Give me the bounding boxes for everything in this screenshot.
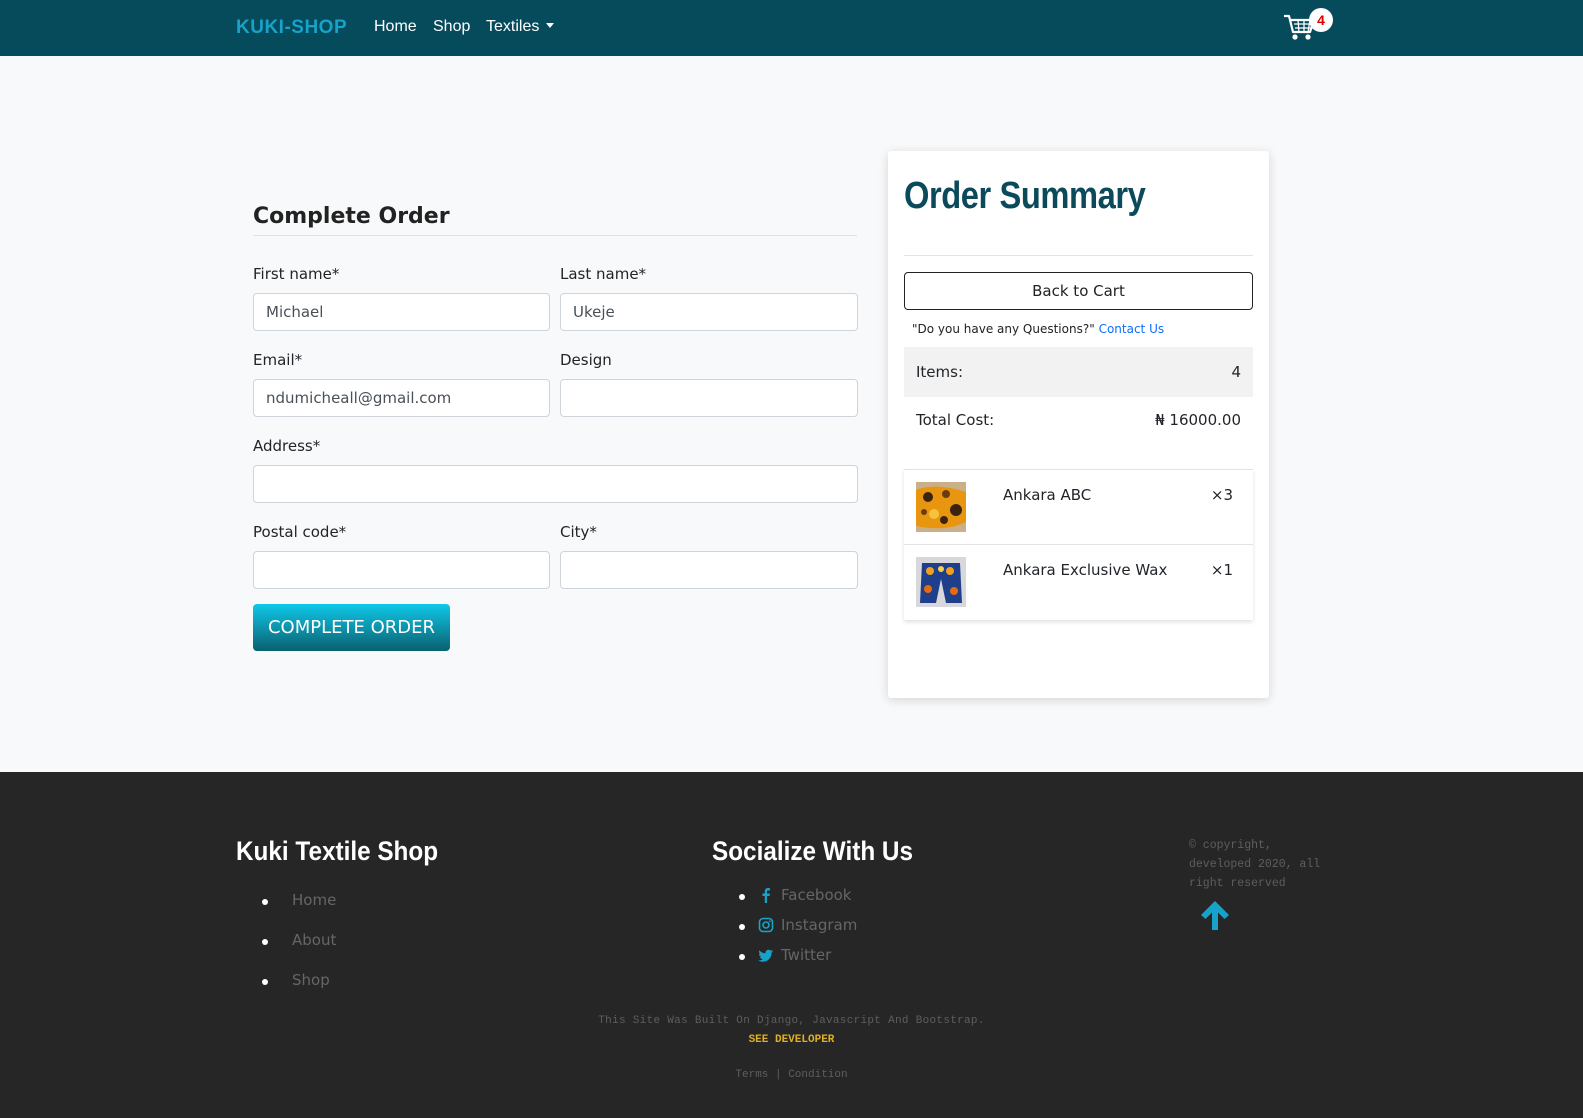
footer-about-link[interactable]: About	[292, 931, 336, 949]
facebook-icon	[762, 888, 770, 903]
arrow-up-icon[interactable]	[1198, 898, 1232, 932]
list-item: Home	[262, 891, 462, 931]
design-input[interactable]	[560, 379, 858, 417]
footer-shop-link[interactable]: Shop	[292, 971, 330, 989]
product-name: Ankara Exclusive Wax	[1003, 561, 1168, 579]
postal-code-input[interactable]	[253, 551, 550, 589]
chevron-down-icon	[546, 23, 555, 28]
items-value: 4	[1231, 363, 1241, 381]
nav-textiles-label: Textiles	[486, 18, 540, 35]
nav-shop-link[interactable]: Shop	[433, 18, 470, 36]
complete-order-button[interactable]: COMPLETE ORDER	[253, 604, 450, 651]
twitter-link[interactable]: Twitter	[781, 946, 831, 964]
order-summary-heading: Order Summary	[904, 175, 1146, 217]
product-quantity: ×1	[1210, 561, 1233, 579]
total-cost-label: Total Cost:	[916, 411, 995, 429]
items-label: Items:	[916, 363, 964, 381]
product-quantity: ×3	[1210, 486, 1233, 504]
total-cost-value: ₦ 16000.00	[1155, 411, 1241, 429]
terms-condition-link[interactable]: Terms | Condition	[0, 1069, 1583, 1081]
first-name-input[interactable]	[253, 293, 550, 331]
postal-code-label: Postal code*	[253, 523, 347, 541]
order-summary-card: Order Summary Back to Cart "Do you have …	[888, 151, 1269, 698]
questions-prompt: "Do you have any Questions?"	[912, 322, 1095, 336]
email-label: Email*	[253, 351, 303, 369]
nav-textiles-dropdown[interactable]: Textiles	[486, 18, 555, 36]
list-item: About	[262, 931, 462, 971]
brand-logo[interactable]: KUKI-SHOP	[236, 17, 347, 39]
instagram-link[interactable]: Instagram	[781, 916, 857, 934]
footer-home-link[interactable]: Home	[292, 891, 336, 909]
address-input[interactable]	[253, 465, 858, 503]
top-navbar: KUKI-SHOP Home Shop Textiles 4	[0, 0, 1583, 56]
cart-count-badge: 4	[1309, 8, 1333, 32]
complete-order-heading: Complete Order	[253, 204, 450, 229]
first-name-label: First name*	[253, 265, 340, 283]
design-label: Design	[560, 351, 612, 369]
divider	[904, 255, 1253, 256]
back-to-cart-button[interactable]: Back to Cart	[904, 272, 1253, 310]
footer-shop-heading: Kuki Textile Shop	[236, 836, 439, 866]
items-count-row: Items: 4	[904, 347, 1253, 397]
list-item: Facebook	[739, 886, 939, 916]
cart-button[interactable]: 4	[1283, 8, 1333, 44]
list-item: Twitter	[739, 946, 939, 976]
product-thumbnail	[916, 482, 966, 532]
questions-text: "Do you have any Questions?" Contact Us	[912, 322, 1164, 336]
copyright-text: © copyright, developed 2020, all right r…	[1189, 839, 1321, 890]
last-name-label: Last name*	[560, 265, 647, 283]
built-with-text: This Site Was Built On Django, Javascrip…	[598, 1015, 985, 1027]
address-label: Address*	[253, 437, 321, 455]
twitter-icon	[758, 949, 773, 962]
list-item: Instagram	[739, 916, 939, 946]
site-footer: Kuki Textile Shop Home About Shop Social…	[0, 772, 1583, 1118]
summary-item-list: Ankara ABC ×3 Ankara Exclusive Wax ×1	[904, 469, 1253, 620]
product-thumbnail	[916, 557, 966, 607]
nav-home-link[interactable]: Home	[374, 18, 417, 36]
list-item: Shop	[262, 971, 462, 1011]
list-item: Ankara Exclusive Wax ×1	[904, 545, 1253, 620]
contact-us-link[interactable]: Contact Us	[1099, 322, 1165, 336]
footer-social-heading: Socialize With Us	[712, 836, 913, 866]
footer-social-links: Facebook Instagram Twitter	[739, 886, 939, 976]
facebook-link[interactable]: Facebook	[781, 886, 851, 904]
instagram-icon	[758, 917, 774, 933]
list-item: Ankara ABC ×3	[904, 470, 1253, 545]
see-developer-link[interactable]: SEE DEVELOPER	[0, 1034, 1583, 1046]
footer-shop-links: Home About Shop	[262, 891, 462, 1011]
divider	[253, 235, 857, 236]
city-label: City*	[560, 523, 597, 541]
product-name: Ankara ABC	[1003, 486, 1092, 504]
last-name-input[interactable]	[560, 293, 858, 331]
email-input[interactable]	[253, 379, 550, 417]
city-input[interactable]	[560, 551, 858, 589]
